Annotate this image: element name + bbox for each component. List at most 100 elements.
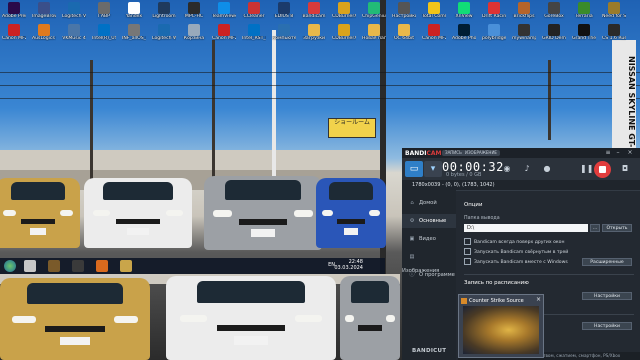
webcam-icon[interactable]: ◉	[502, 164, 512, 174]
game-mode-button[interactable]: ▾	[424, 161, 442, 177]
desktop-icon-label: XnView	[455, 14, 473, 19]
desktop-icon[interactable]: Intel(R)_US…	[92, 24, 116, 41]
settings-button-2[interactable]: Настройки	[582, 322, 632, 330]
desktop-icon[interactable]: Adobe Photoshop	[452, 24, 476, 41]
desktop-icon[interactable]: CCleaner	[242, 2, 266, 19]
desktop-icon[interactable]: CDBurnerXP	[332, 24, 356, 41]
nfs-icon[interactable]	[72, 260, 84, 272]
desktop-icon-label: Drift Racing Online	[482, 14, 506, 19]
close-icon[interactable]: ×	[536, 296, 541, 303]
bandicut-link[interactable]: BANDICUT	[412, 348, 446, 354]
desktop-icon-label: EDIUS 8	[274, 14, 294, 19]
camera-icon[interactable]: ◘	[620, 164, 630, 174]
hl-icon[interactable]	[96, 260, 108, 272]
microphone-icon[interactable]: ●	[542, 164, 552, 174]
pill-image[interactable]: ИЗОБРАЖЕНИЕ	[462, 150, 500, 156]
desktop-icon[interactable]: Intel_RST_II…	[242, 24, 266, 41]
checkbox-box[interactable]	[464, 248, 471, 255]
desktop-icon[interactable]: ГАВР	[92, 2, 116, 19]
sidebar-item-video[interactable]: ▣ Видео	[402, 232, 456, 246]
schedule-settings-button[interactable]: Настройки	[582, 292, 632, 300]
cs-source-icon[interactable]	[120, 260, 132, 272]
desktop-icon[interactable]: EDIUS 8	[272, 2, 296, 19]
desktop-icon[interactable]: Canon MF260 ser	[212, 24, 236, 41]
sidebar-item-images[interactable]: ▤Изображения	[402, 250, 456, 274]
game-preview-popup[interactable]: Counter Strike Source ×	[458, 294, 544, 358]
desktop-icon[interactable]: TeamViewer 15	[212, 2, 236, 19]
menu-icon[interactable]: ≡	[604, 149, 612, 157]
minimize-icon[interactable]: –	[614, 149, 622, 157]
sidebar-item-general[interactable]: ⚙ Основные	[402, 214, 456, 228]
checkbox-start-with-windows[interactable]: Запускать Bandicam вместе с Windows	[464, 258, 568, 265]
desktop-icon[interactable]: Logitech Vid HD	[62, 2, 86, 19]
desktop-icon-label: Terraria	[575, 14, 593, 19]
open-button[interactable]: Открыть	[602, 224, 632, 232]
desktop-icon[interactable]: Adobe Premiere Pro	[2, 2, 26, 19]
clock[interactable]: 22:48 03.03.2024	[334, 259, 363, 271]
desktop-icon[interactable]: MPC-HC	[182, 2, 206, 19]
stop-record-button[interactable]	[594, 161, 611, 178]
desktop-icon[interactable]: INF_allOS_8…	[122, 24, 146, 41]
desktop-icon[interactable]: Компьютер	[272, 24, 296, 41]
desktop-icon[interactable]: GoreBox	[542, 2, 566, 19]
desktop-icon[interactable]: Terraria	[572, 2, 596, 19]
desktop-icon[interactable]: XnView	[452, 2, 476, 19]
desktop-icon[interactable]: polybridge	[482, 24, 506, 41]
output-folder-field[interactable]: D:\	[464, 224, 588, 232]
checkbox-box[interactable]	[464, 238, 471, 245]
desktop-icon[interactable]: Brickflips	[512, 2, 536, 19]
desktop-icon[interactable]: Lightroom	[152, 2, 176, 19]
canon-icon	[218, 24, 230, 36]
desktop-icon-label: MPC-HC	[184, 14, 204, 19]
desktop-icon[interactable]: AusLogics BoostSpeed	[32, 24, 56, 41]
desktop-icon[interactable]: CDBurnerXP	[332, 2, 356, 19]
close-icon[interactable]: ×	[626, 149, 634, 157]
desktop-icon[interactable]: Yandex	[122, 2, 146, 19]
desktop-icon-label: Grand Theft Auto - San…	[572, 36, 596, 41]
game-thumbnail[interactable]	[463, 306, 539, 354]
desktop-icon[interactable]: mywinamp Pro	[512, 24, 536, 41]
desktop-icon[interactable]: VKMusic 4	[62, 24, 86, 41]
desktop-icon[interactable]: ОС 64bit	[392, 24, 416, 41]
desktop-icon[interactable]: CS 1.6 Russian	[602, 24, 626, 41]
desktop-icon-label: VKMusic 4	[62, 36, 86, 41]
cs-icon[interactable]	[24, 260, 36, 272]
checkbox-start-minimized[interactable]: Запускать Bandicam свёрнутым в трей	[464, 248, 568, 255]
desktop-icon[interactable]: Logitech Webca…	[152, 24, 176, 41]
desktop-icon[interactable]: Total Commander	[422, 2, 446, 19]
sidebar-item-about[interactable]: ⓘ О программе	[402, 268, 456, 282]
desktop-icon[interactable]: Настройки	[392, 2, 416, 19]
pause-icon[interactable]: ❚❚	[580, 164, 593, 174]
checkbox-always-on-top[interactable]: Bandicam всегда поверх других окон	[464, 238, 565, 245]
folder-icon	[368, 24, 380, 36]
desktop-icons-row2: Canon MF260 ser… AusLogics BoostSpeed VKMu…	[0, 22, 640, 68]
browse-button[interactable]: …	[590, 224, 600, 232]
speaker-icon[interactable]: ♪	[522, 164, 532, 174]
desktop-icon[interactable]: GRID Demo	[542, 24, 566, 41]
sidebar-item-home[interactable]: ⌂ Домой	[402, 196, 456, 210]
vkmusic-icon	[68, 24, 80, 36]
gear-icon: ⚙	[409, 218, 415, 224]
desktop-icon[interactable]: Bandicam	[302, 2, 326, 19]
desktop-icon[interactable]: Корзина	[182, 24, 206, 41]
advanced-button[interactable]: Расширенные	[582, 258, 632, 266]
desktop-icon[interactable]: Drift Racing Online	[482, 2, 506, 19]
desktop-icon[interactable]: Canon MF260 ser…	[2, 24, 26, 41]
desktop-icon[interactable]: Canon MF260 Ser…	[422, 24, 446, 41]
checkbox-box[interactable]	[464, 258, 471, 265]
desktop-icon[interactable]: Grand Theft Auto - San…	[572, 24, 596, 41]
start-orb-icon[interactable]	[4, 260, 16, 272]
cs16-icon	[608, 24, 620, 36]
desktop-icon[interactable]: Загрузки	[302, 24, 326, 41]
desktop-icon-label: polybridge	[482, 36, 506, 41]
terraria-icon	[578, 2, 590, 14]
desktop-icon-label: GRID Demo	[542, 36, 566, 41]
desktop-icon[interactable]: ChipGenius	[362, 2, 386, 19]
game-icon[interactable]	[48, 260, 60, 272]
desktop-icon[interactable]: Новая папка	[362, 24, 386, 41]
screen-mode-button[interactable]: ▭	[405, 161, 423, 177]
desktop-icon-label: Adobe Photoshop	[452, 36, 476, 41]
desktop-icon[interactable]: ImageBrow… SS	[32, 2, 56, 19]
bandicam-titlebar[interactable]: BANDICAM ЗАПИСЬ ИЗОБРАЖЕНИЕ ≡ – ×	[402, 148, 640, 158]
desktop-icon[interactable]: Need for Speed Most Wanted	[602, 2, 626, 19]
